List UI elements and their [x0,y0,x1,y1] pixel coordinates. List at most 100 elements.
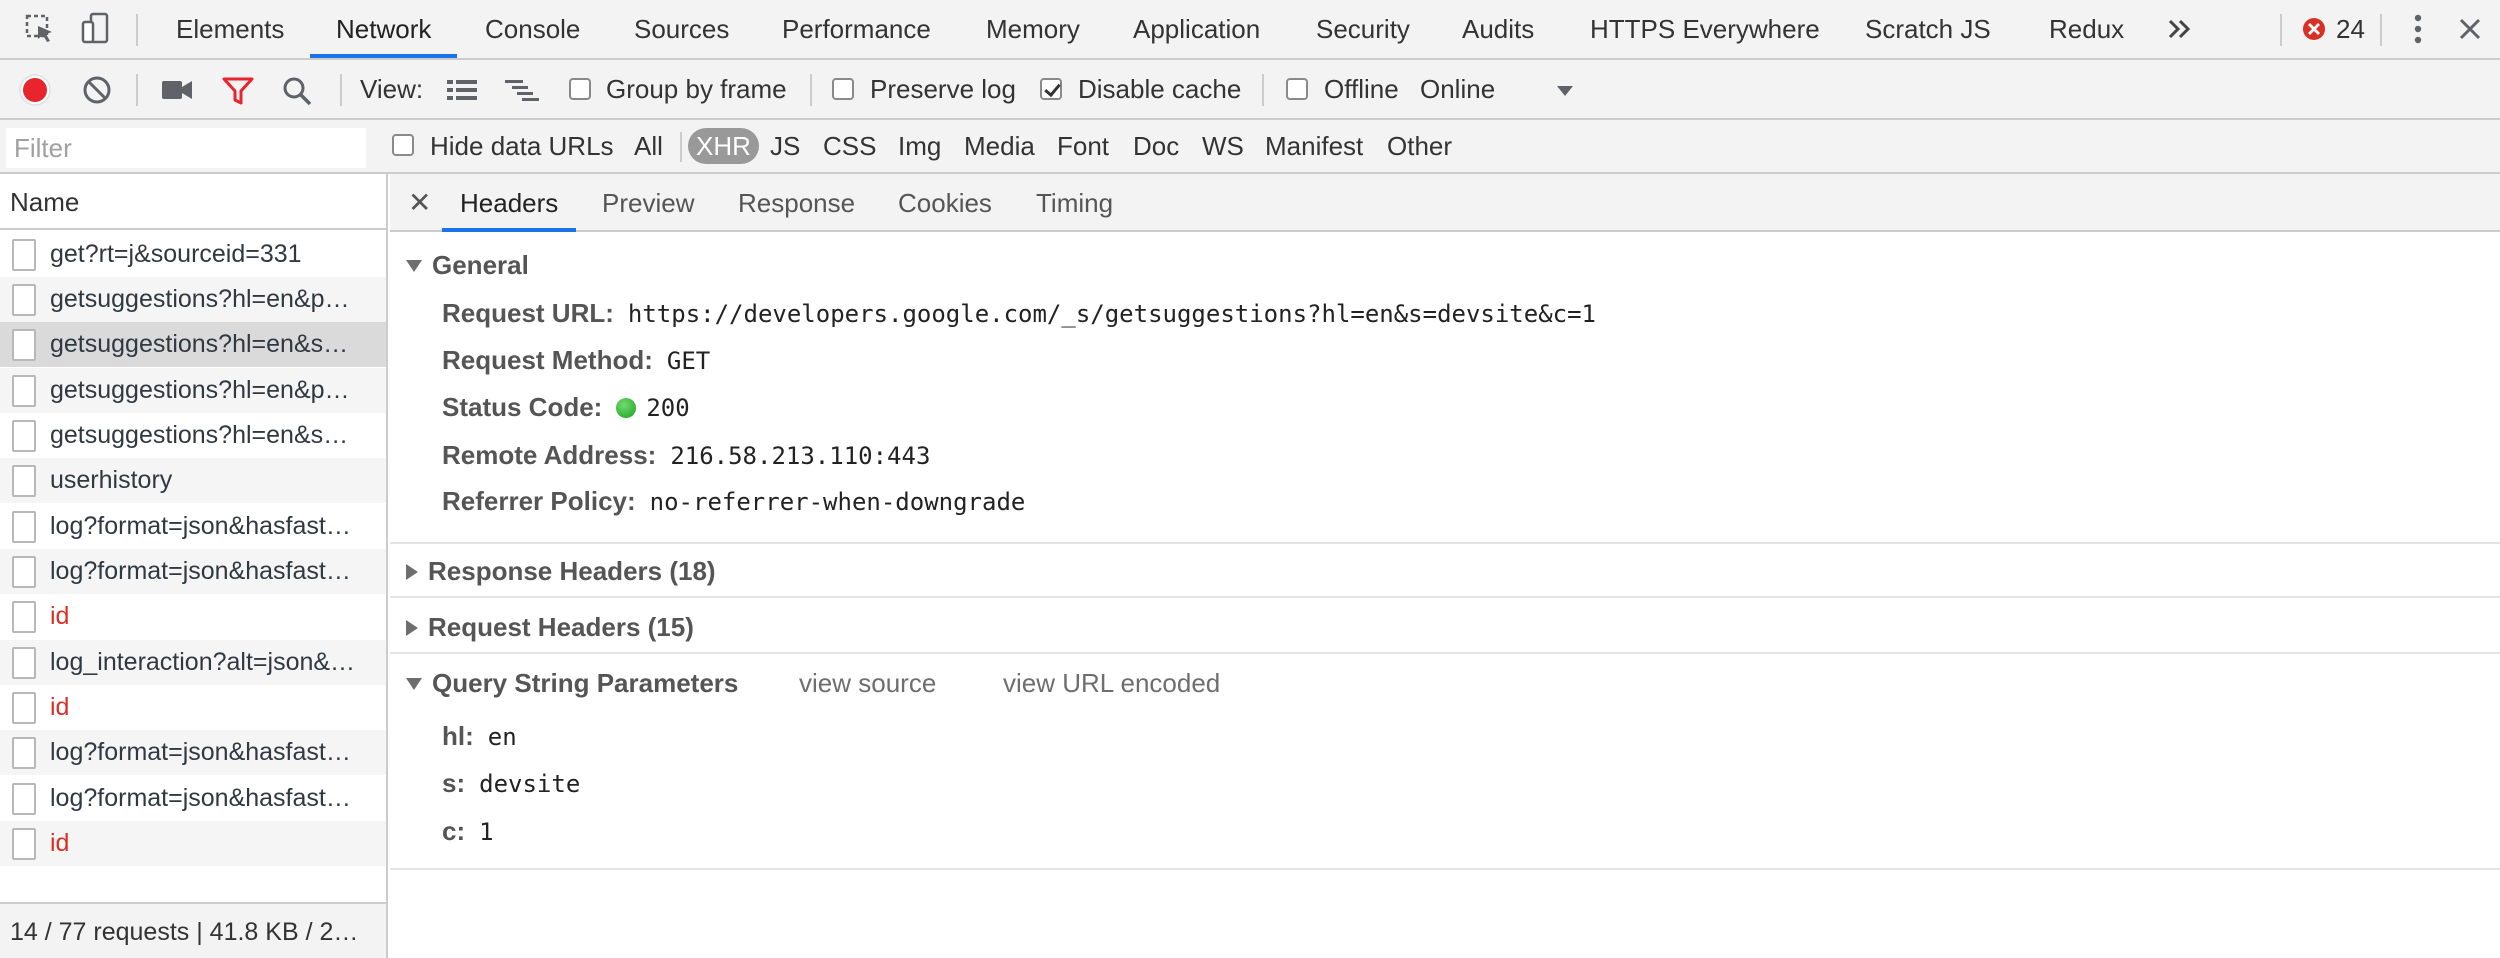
request-url-label: Request URL: [442,298,614,328]
video-camera-icon[interactable] [160,78,194,107]
tab-memory[interactable]: Memory [960,0,1106,58]
request-row[interactable]: log?format=json&hasfast… [0,504,386,549]
request-method-row: Request Method: GET [442,345,710,376]
query-param-key: s: [442,768,466,798]
tab-security[interactable]: Security [1290,0,1436,58]
group-by-frame-checkbox[interactable] [569,78,591,100]
document-icon [12,782,36,815]
request-row[interactable]: getsuggestions?hl=en&p… [0,368,386,413]
tab-application[interactable]: Application [1107,0,1286,58]
clear-icon[interactable] [82,75,112,110]
filter-type-other[interactable]: Other [1387,120,1452,172]
filter-icon[interactable] [222,76,254,111]
query-params-section-header[interactable]: Query String Parameters [406,668,738,699]
disable-cache-checkbox[interactable] [1040,78,1062,100]
name-column-header[interactable]: Name [0,174,386,230]
filter-type-css[interactable]: CSS [823,120,876,172]
device-toolbar-icon[interactable] [76,0,116,58]
status-code-row: Status Code: 200 [442,392,690,423]
query-param-row: c: 1 [442,816,494,847]
request-url-row: Request URL: https://developers.google.c… [442,298,1596,329]
view-source-link[interactable]: view source [799,668,936,699]
filter-type-xhr[interactable]: XHR [688,128,759,164]
tab-console[interactable]: Console [459,0,606,58]
status-code-label: Status Code: [442,392,603,422]
close-details-icon[interactable]: ✕ [408,174,431,232]
disable-cache-label: Disable cache [1078,74,1242,104]
view-label: View: [360,74,424,104]
hide-data-urls-checkbox[interactable] [392,134,414,156]
request-row[interactable]: id [0,685,386,730]
search-icon[interactable] [282,76,312,111]
response-headers-section-header[interactable]: Response Headers (18) [406,556,716,587]
request-row[interactable]: userhistory [0,458,386,503]
tab-https-everywhere[interactable]: HTTPS Everywhere [1564,0,1846,58]
filter-type-media[interactable]: Media [964,120,1035,172]
tab-network[interactable]: Network [310,0,458,58]
inspect-element-icon[interactable] [20,0,60,58]
tab-preview[interactable]: Preview [584,174,712,232]
tab-performance[interactable]: Performance [756,0,957,58]
request-row[interactable]: get?rt=j&sourceid=331 [0,232,386,277]
tab-timing[interactable]: Timing [1018,174,1131,232]
collapsed-triangle-icon [406,563,418,580]
dropdown-arrow-icon[interactable] [1556,84,1574,102]
filter-input[interactable] [6,128,366,168]
filter-type-font[interactable]: Font [1057,120,1109,172]
request-headers-section-header[interactable]: Request Headers (15) [406,612,694,643]
tab-headers[interactable]: Headers [442,174,577,232]
tab-redux[interactable]: Redux [2023,0,2150,58]
record-button[interactable] [18,73,52,112]
tab-cookies[interactable]: Cookies [880,174,1010,232]
request-details-pane: ✕ Headers Preview Response Cookies Timin… [390,174,2500,958]
filter-type-img[interactable]: Img [898,120,941,172]
tab-audits[interactable]: Audits [1436,0,1560,58]
section-divider [390,542,2500,544]
request-url-value: https://developers.google.com/_s/getsugg… [627,299,1597,328]
preserve-log-label: Preserve log [870,74,1016,104]
request-row[interactable]: log?format=json&hasfast… [0,730,386,775]
request-row[interactable]: getsuggestions?hl=en&s… [0,413,386,458]
request-row[interactable]: log?format=json&hasfast… [0,776,386,821]
more-options-icon[interactable] [2400,0,2436,58]
request-row[interactable]: getsuggestions?hl=en&p… [0,277,386,322]
chevron-double-right-icon[interactable] [2162,0,2198,58]
request-name: getsuggestions?hl=en&p… [50,376,350,404]
section-title: Response Headers (18) [428,556,716,586]
remote-address-row: Remote Address: 216.58.213.110:443 [442,440,930,471]
section-title: Query String Parameters [432,668,739,698]
request-row[interactable]: id [0,594,386,639]
filter-type-doc[interactable]: Doc [1133,120,1179,172]
request-name: log?format=json&hasfast… [50,557,351,585]
offline-checkbox[interactable] [1286,78,1308,100]
request-name: id [50,602,70,630]
request-row[interactable]: log?format=json&hasfast… [0,549,386,594]
group-by-frame-label: Group by frame [606,74,787,104]
request-row[interactable]: id [0,821,386,866]
general-section-header[interactable]: General [406,250,529,281]
document-icon [12,374,36,407]
large-rows-view-icon[interactable] [446,78,478,107]
filter-type-ws[interactable]: WS [1202,120,1244,172]
tab-sources[interactable]: Sources [608,0,755,58]
tab-scratch-js[interactable]: Scratch JS [1839,0,2017,58]
request-row-selected[interactable]: getsuggestions?hl=en&s… [0,322,386,367]
filter-type-js[interactable]: JS [770,120,800,172]
document-icon [12,736,36,769]
preserve-log-checkbox[interactable] [832,78,854,100]
close-icon[interactable] [2452,0,2488,58]
filter-type-manifest[interactable]: Manifest [1265,120,1363,172]
request-row[interactable]: log_interaction?alt=json&… [0,640,386,685]
error-count-badge[interactable]: 24 [2302,0,2365,58]
section-divider [390,652,2500,654]
view-url-encoded-link[interactable]: view URL encoded [1003,668,1220,699]
divider [810,74,812,106]
referrer-policy-label: Referrer Policy: [442,486,636,516]
waterfall-view-icon[interactable] [504,78,540,107]
query-param-row: hl: en [442,721,517,752]
expanded-triangle-icon [406,677,422,690]
tab-elements[interactable]: Elements [150,0,310,58]
throttling-select[interactable]: Online [1420,60,1495,118]
filter-type-all[interactable]: All [634,120,663,172]
tab-response[interactable]: Response [720,174,873,232]
